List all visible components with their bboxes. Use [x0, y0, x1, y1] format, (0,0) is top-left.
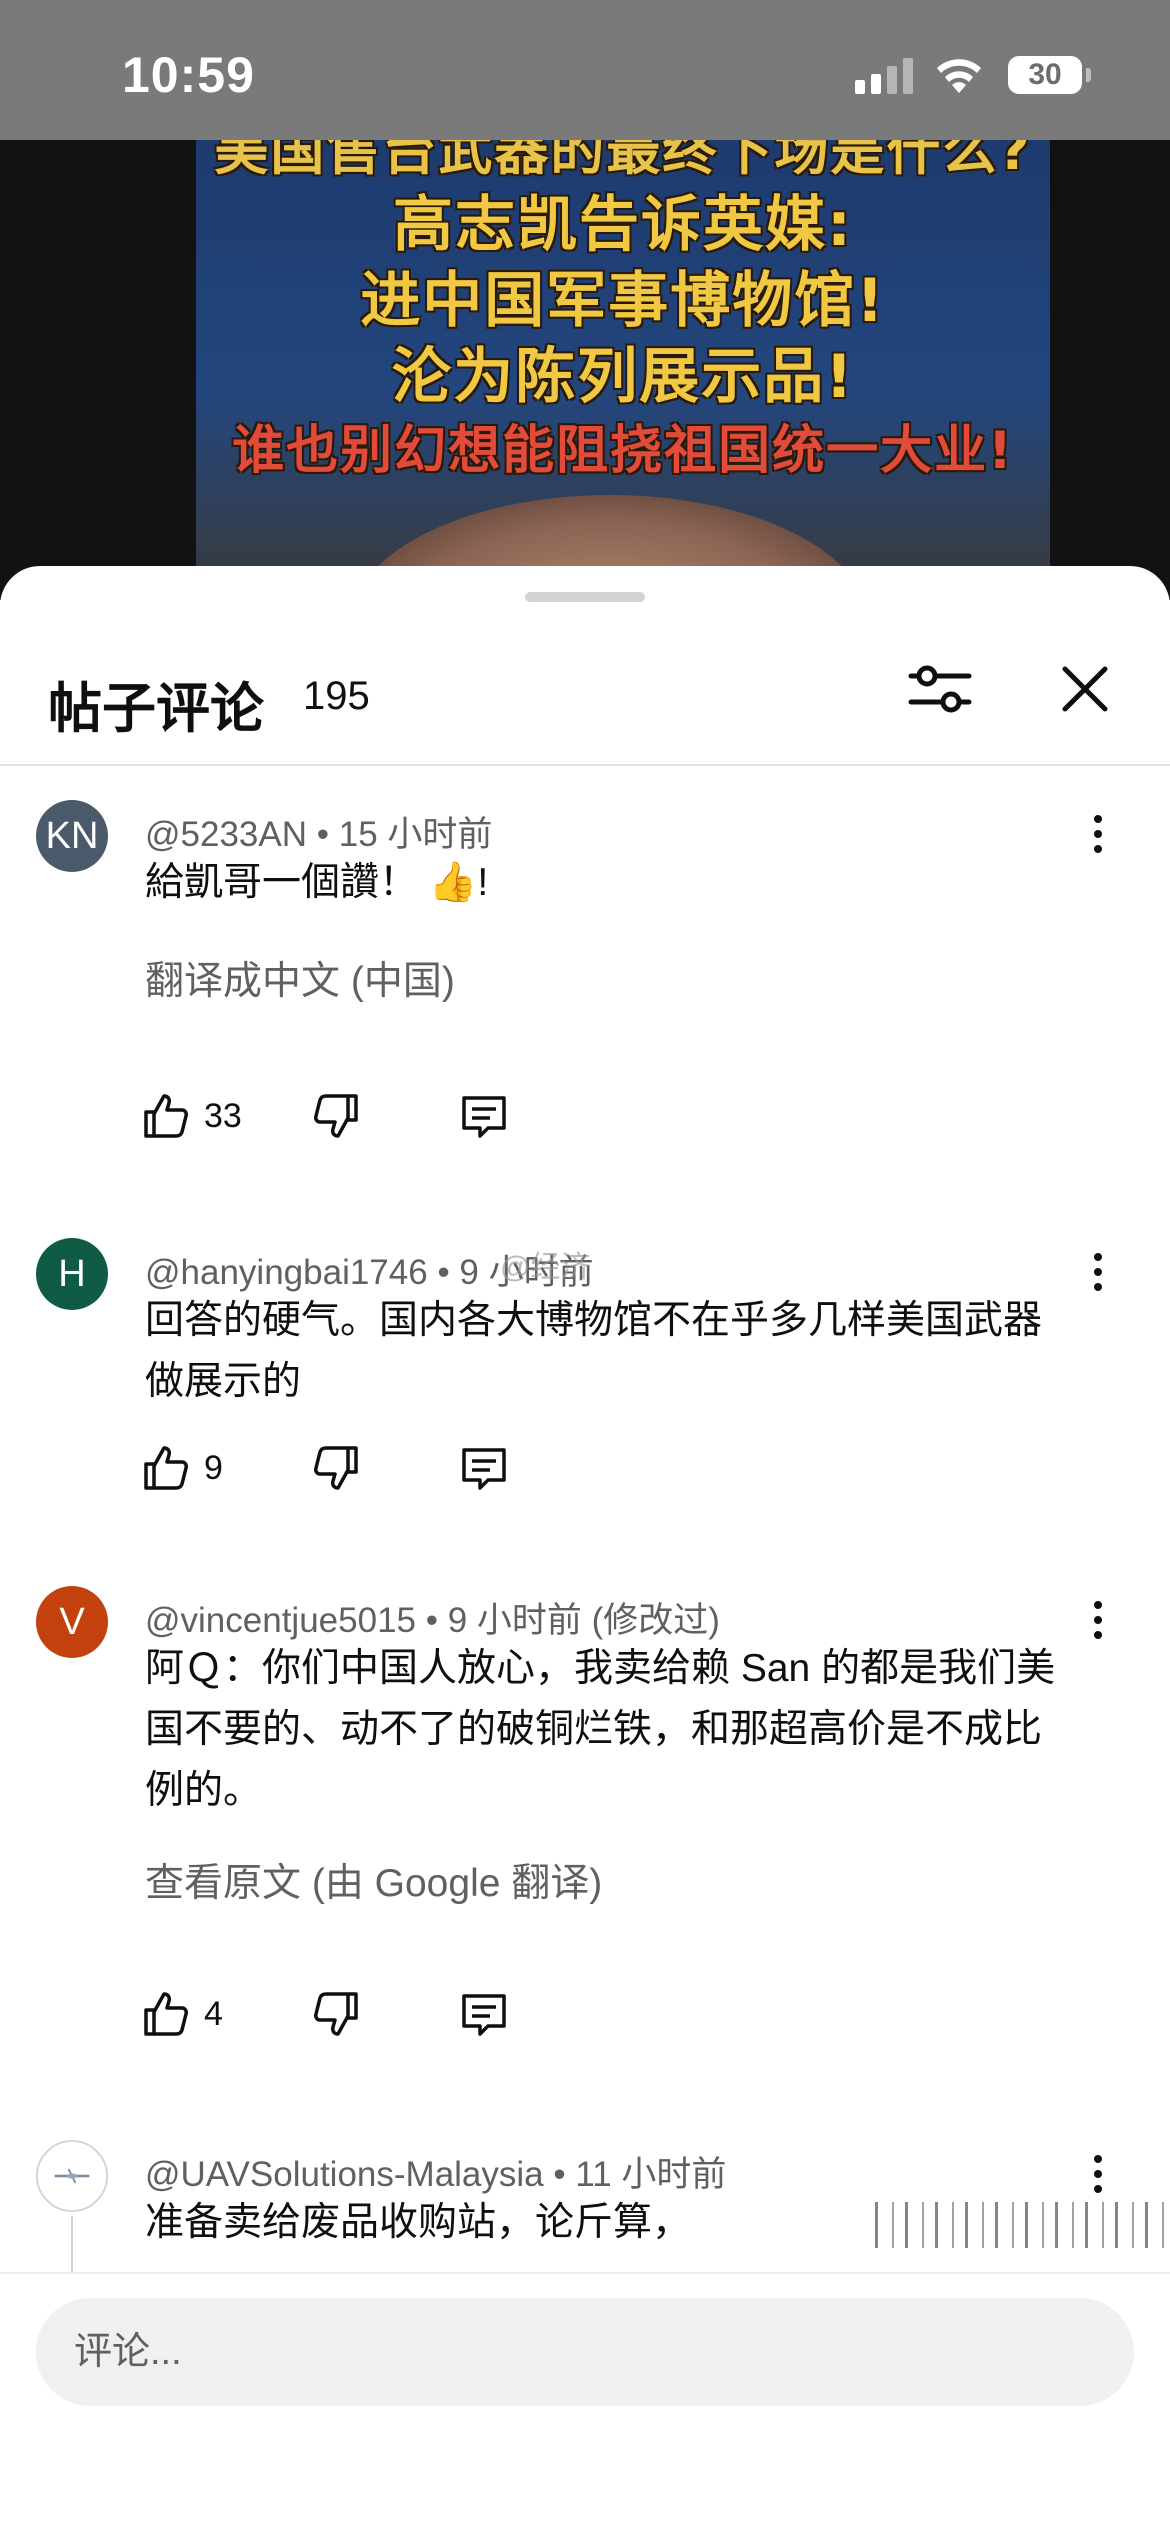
- comment-text: 阿Ｑ：你们中国人放心，我卖给赖 San 的都是我们美国不要的、动不了的破铜烂铁，…: [145, 1647, 1056, 1812]
- comment-meta: @UAVSolutions-Malaysia • 11 小时前: [145, 2155, 727, 2194]
- like-count: 9: [204, 1448, 223, 1487]
- comment-text: 准备卖给废品收购站，论斤算，: [145, 2192, 1170, 2253]
- like-button[interactable]: 9: [140, 1438, 223, 1498]
- comment-meta: @5233AN • 15 小时前: [145, 815, 493, 854]
- video-caption: 沦为陈列展示品!: [391, 342, 855, 412]
- comment-meta: @vincentjue5015 • 9 小时前 (修改过): [145, 1601, 720, 1640]
- translate-link[interactable]: 查看原文 (由 Google 翻译): [145, 1852, 602, 1908]
- comment-body-suffix: !: [477, 861, 489, 904]
- comment-author[interactable]: @UAVSolutions-Malaysia: [145, 2155, 544, 2194]
- reply-icon: [462, 1994, 506, 2036]
- comment-body: 給凱哥一個讚！: [145, 861, 419, 904]
- comment-text: 回答的硬气。国内各大博物馆不在乎多几样美国武器做展示的: [145, 1299, 1043, 1403]
- thumbs-up-icon: [144, 1992, 188, 2036]
- more-options-icon[interactable]: [1080, 1590, 1116, 1650]
- reply-button[interactable]: [458, 1086, 510, 1146]
- sliders-icon[interactable]: [905, 654, 975, 724]
- thumbs-down-icon: [314, 1094, 358, 1138]
- comment-input[interactable]: [36, 2298, 1134, 2406]
- more-options-icon[interactable]: [1080, 1242, 1116, 1302]
- video-caption: 进中国军事博物馆!: [360, 266, 886, 336]
- battery-tip: [1086, 68, 1091, 82]
- comment-count: 195: [303, 674, 370, 718]
- dislike-button[interactable]: [310, 1086, 362, 1146]
- wifi-icon: [937, 59, 981, 93]
- drag-handle[interactable]: [525, 592, 645, 602]
- avatar[interactable]: V: [36, 1586, 108, 1658]
- like-button[interactable]: 33: [140, 1086, 242, 1146]
- status-bar: 10:59 30: [0, 0, 1170, 140]
- more-options-icon[interactable]: [1080, 804, 1116, 864]
- comment-input-bar: [0, 2272, 1170, 2534]
- watermark: @经济: [500, 1251, 591, 1284]
- redacted-text: [875, 2202, 1170, 2248]
- reply-button[interactable]: [458, 1984, 510, 2044]
- battery-indicator: 30: [1008, 56, 1082, 94]
- comment-time: 11 小时前: [575, 2155, 727, 2194]
- header-divider: [0, 764, 1170, 766]
- comments-sheet: 帖子评论 195 KN @5233AN • 15 小时前 給凱哥一個讚！ 👍! …: [0, 566, 1170, 2532]
- avatar[interactable]: KN: [36, 800, 108, 872]
- reply-button[interactable]: [458, 1438, 510, 1498]
- dislike-button[interactable]: [310, 1438, 362, 1498]
- like-button[interactable]: 4: [140, 1984, 223, 2044]
- cellular-signal-icon: [855, 58, 913, 94]
- status-time: 10:59: [122, 47, 255, 103]
- comment-text: 給凱哥一個讚！ 👍!: [145, 852, 1075, 913]
- thumbs-up-emoji: 👍: [428, 861, 478, 904]
- thumbs-down-icon: [314, 1446, 358, 1490]
- like-count: 33: [204, 1096, 242, 1135]
- video-player[interactable]: 美国售台武器的最终下场是什么? 高志凯告诉英媒: 进中国军事博物馆! 沦为陈列展…: [0, 140, 1170, 600]
- video-caption: 谁也别幻想能阻挠祖国统一大业!: [232, 421, 1014, 481]
- reply-icon: [462, 1448, 506, 1490]
- comment-author[interactable]: @hanyingbai1746: [145, 1253, 428, 1292]
- more-options-icon[interactable]: [1080, 2144, 1116, 2204]
- sheet-title: 帖子评论: [48, 679, 264, 739]
- comment-actions: 4: [140, 1984, 740, 2044]
- translate-link[interactable]: 翻译成中文 (中国): [145, 950, 455, 1006]
- close-icon[interactable]: [1050, 654, 1120, 724]
- thumbs-down-icon: [314, 1992, 358, 2036]
- thumbs-up-icon: [144, 1446, 188, 1490]
- drone-logo-icon: [54, 2168, 90, 2184]
- comment-actions: 9: [140, 1438, 740, 1498]
- video-caption: 高志凯告诉英媒:: [393, 190, 853, 260]
- reply-icon: [462, 1096, 506, 1138]
- comment-author[interactable]: @5233AN: [145, 815, 307, 854]
- comment-body: 准备卖给废品收购站，论斤算，: [145, 2201, 692, 2244]
- comment-time: 9 小时前 (修改过): [447, 1601, 720, 1640]
- thumbs-up-icon: [144, 1094, 188, 1138]
- comment-time: 15 小时前: [338, 815, 493, 854]
- like-count: 4: [204, 1994, 223, 2033]
- avatar[interactable]: H: [36, 1238, 108, 1310]
- comment-author[interactable]: @vincentjue5015: [145, 1601, 416, 1640]
- comment-actions: 33: [140, 1086, 740, 1146]
- avatar[interactable]: [36, 2140, 108, 2212]
- dislike-button[interactable]: [310, 1984, 362, 2044]
